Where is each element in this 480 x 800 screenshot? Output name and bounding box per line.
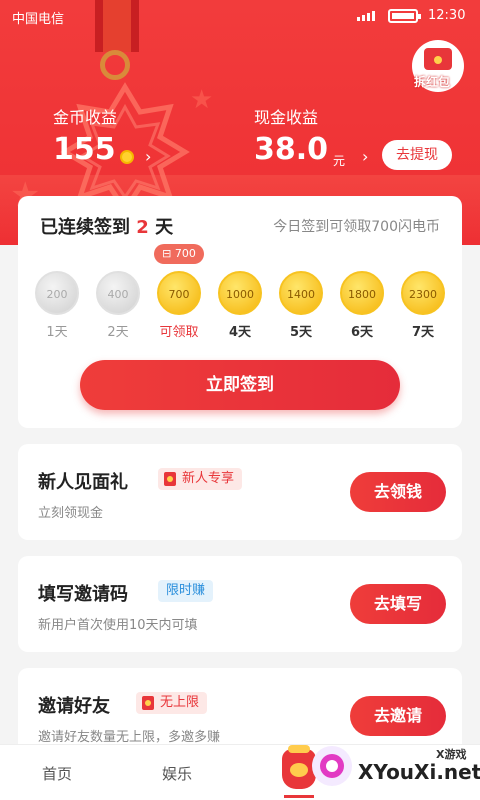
- signin-card: 已连续签到 2 天 今日签到可领取700闪电币 ⊟ 700 200 1天 400…: [18, 196, 462, 428]
- red-envelope-icon: [164, 472, 176, 486]
- signin-title-suffix: 天: [155, 217, 174, 238]
- signal-icon: [357, 11, 379, 21]
- signin-title-prefix: 已连续签到: [40, 217, 130, 238]
- day-coin: 1000: [218, 271, 262, 315]
- task-title: 填写邀请码: [38, 584, 128, 605]
- medal-ring: [100, 50, 130, 80]
- day-label: 7天: [411, 325, 435, 340]
- battery-icon: [388, 9, 421, 23]
- coin-earnings-value[interactable]: 155: [53, 132, 116, 167]
- fill-invite-code-button[interactable]: 去填写: [350, 584, 446, 624]
- signin-day: 400 2天: [93, 271, 143, 340]
- red-envelope-icon: [142, 696, 154, 710]
- cash-earnings-value[interactable]: 38.0: [254, 132, 328, 167]
- task-subtitle: 立刻领现金: [38, 506, 104, 521]
- signin-hint: 今日签到可领取700闪电币: [273, 219, 440, 235]
- day-coin: 200: [35, 271, 79, 315]
- task-tag-text: 无上限: [160, 695, 200, 710]
- tab-entertainment[interactable]: 娱乐: [162, 763, 192, 784]
- signin-day: 2300 7天: [398, 271, 448, 340]
- day-label: 6天: [350, 325, 374, 340]
- day-coin: 2300: [401, 271, 445, 315]
- watermark-text: XYouXi.net: [358, 760, 480, 784]
- withdraw-button[interactable]: 去提现: [382, 140, 452, 170]
- decor-star-icon: ★: [190, 85, 214, 115]
- day-coin: 1400: [279, 271, 323, 315]
- task-subtitle: 邀请好友数量无上限，多邀多赚: [38, 730, 221, 745]
- day-label[interactable]: 可领取: [154, 321, 204, 340]
- watermark: X游戏 XYouXi.net: [306, 740, 480, 800]
- signin-day: 200 1天: [32, 271, 82, 340]
- task-tag-text: 限时赚: [166, 583, 206, 598]
- day-coin: 400: [96, 271, 140, 315]
- invite-friends-button[interactable]: 去邀请: [350, 696, 446, 736]
- signin-day-today[interactable]: 700 可领取: [154, 271, 204, 340]
- signin-button[interactable]: 立即签到: [80, 360, 400, 410]
- chevron-right-icon[interactable]: ›: [362, 147, 368, 166]
- clock: 12:30: [428, 8, 466, 23]
- signin-day: 1400 5天: [276, 271, 326, 340]
- signin-day: 1800 6天: [337, 271, 387, 340]
- task-tag: 新人专享: [158, 468, 243, 490]
- chevron-right-icon[interactable]: ›: [145, 147, 151, 166]
- watermark-logo-icon: [312, 746, 352, 786]
- task-title: 新人见面礼: [38, 472, 128, 493]
- task-card-newcomer: 新人见面礼 新人专享 立刻领现金 去领钱: [18, 444, 462, 540]
- carrier-name: 中国电信: [12, 12, 65, 27]
- cash-unit: 元: [333, 154, 346, 168]
- claim-cash-button[interactable]: 去领钱: [350, 472, 446, 512]
- hongbao-label[interactable]: 拆红包: [414, 73, 450, 90]
- day-coin[interactable]: 700: [157, 271, 201, 315]
- task-card-invite-code: 填写邀请码 限时赚 新用户首次使用10天内可填 去填写: [18, 556, 462, 652]
- reward-bubble-icon: ⊟: [162, 247, 172, 260]
- day-label: 5天: [289, 325, 313, 340]
- tab-home[interactable]: 首页: [42, 763, 72, 784]
- task-tag: 限时赚: [158, 580, 214, 602]
- coin-earnings-title: 金币收益: [53, 108, 118, 127]
- task-tag-text: 新人专享: [182, 471, 235, 486]
- task-tag: 无上限: [136, 692, 208, 714]
- reward-bubble-amount: 700: [174, 247, 196, 260]
- coin-icon: [120, 150, 134, 164]
- day-coin: 1800: [340, 271, 384, 315]
- red-envelope-icon: [424, 48, 452, 70]
- cash-earnings-title: 现金收益: [254, 108, 319, 127]
- day-label: 4天: [228, 325, 252, 340]
- status-bar: 中国电信 12:30: [0, 0, 480, 32]
- signin-streak-count: 2: [136, 217, 149, 238]
- task-subtitle: 新用户首次使用10天内可填: [38, 618, 198, 633]
- task-title: 邀请好友: [38, 696, 110, 717]
- day-label: 2天: [107, 325, 129, 340]
- signin-day: 1000 4天: [215, 271, 265, 340]
- today-reward-bubble: ⊟ 700: [154, 244, 204, 264]
- day-label: 1天: [46, 325, 68, 340]
- signin-streak-title: 已连续签到 2 天: [40, 213, 173, 239]
